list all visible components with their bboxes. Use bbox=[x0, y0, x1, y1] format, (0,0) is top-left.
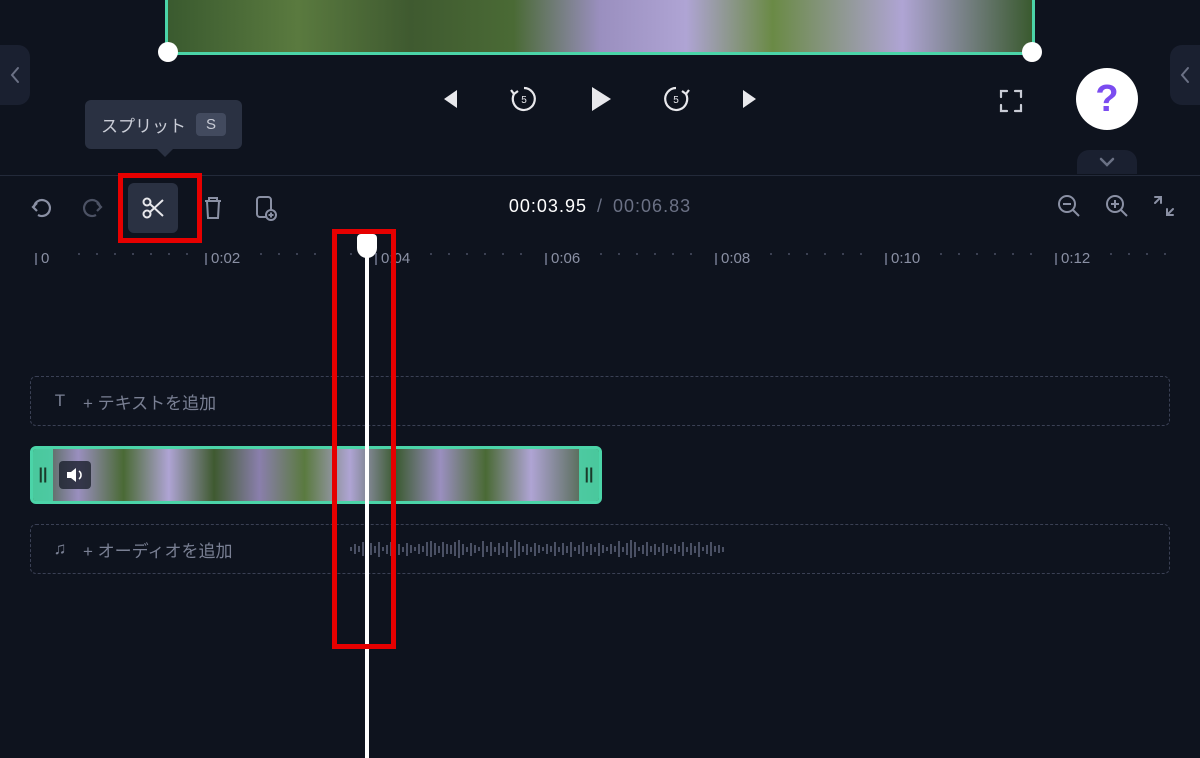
audio-track-row: ♫ + オーディオを追加 bbox=[30, 524, 1170, 574]
add-text-track[interactable]: T + テキストを追加 bbox=[30, 376, 1170, 426]
split-button[interactable] bbox=[128, 183, 178, 233]
time-duration: 00:06.83 bbox=[613, 196, 691, 216]
fit-button[interactable] bbox=[1152, 194, 1176, 223]
right-panel-toggle[interactable] bbox=[1170, 45, 1200, 105]
forward-5-icon: 5 bbox=[661, 84, 691, 114]
redo-button[interactable] bbox=[76, 191, 110, 225]
add-audio-label: + オーディオを追加 bbox=[83, 537, 232, 562]
undo-icon bbox=[28, 195, 54, 221]
zoom-out-button[interactable] bbox=[1056, 193, 1082, 224]
video-clip[interactable]: || || bbox=[30, 446, 602, 504]
left-panel-toggle[interactable] bbox=[0, 45, 30, 105]
delete-button[interactable] bbox=[196, 191, 230, 225]
zoom-out-icon bbox=[1056, 193, 1082, 219]
chevron-down-icon bbox=[1098, 156, 1116, 168]
ruler-tick-label: 0:04 bbox=[381, 250, 410, 267]
chevron-left-icon bbox=[1179, 65, 1191, 85]
skip-forward-icon bbox=[739, 86, 765, 112]
zoom-in-icon bbox=[1104, 193, 1130, 219]
ruler-tick-label: 0:06 bbox=[551, 250, 580, 267]
time-sep: / bbox=[597, 196, 603, 216]
trash-icon bbox=[201, 195, 225, 221]
preview-handle-left[interactable] bbox=[158, 42, 178, 62]
clip-volume-button[interactable] bbox=[59, 461, 91, 489]
zoom-in-button[interactable] bbox=[1104, 193, 1130, 224]
playhead[interactable] bbox=[365, 238, 369, 758]
split-tooltip: スプリット S bbox=[85, 100, 242, 149]
duplicate-icon bbox=[252, 194, 278, 222]
forward-5-button[interactable]: 5 bbox=[655, 78, 697, 120]
tracks-area: T + テキストを追加 || || ♫ + オーディオを追加 bbox=[0, 376, 1200, 680]
help-icon: ? bbox=[1095, 78, 1118, 121]
time-ruler[interactable]: 0 0:02 0:04 0:06 0:08 0:10 0:12 bbox=[0, 250, 1200, 286]
ruler-tick-label: 0:02 bbox=[211, 250, 240, 267]
ruler-tick-label: 0:12 bbox=[1061, 250, 1090, 267]
fit-screen-icon bbox=[1152, 194, 1176, 218]
playhead-handle[interactable] bbox=[357, 234, 377, 258]
ruler-tick-label: 0:08 bbox=[721, 250, 750, 267]
timecode: 00:03.95 / 00:06.83 bbox=[509, 196, 691, 217]
add-text-label: + テキストを追加 bbox=[83, 389, 216, 414]
play-button[interactable] bbox=[579, 78, 621, 120]
chevron-left-icon bbox=[9, 65, 21, 85]
volume-icon bbox=[66, 467, 84, 483]
text-icon: T bbox=[49, 391, 71, 411]
ruler-tick-label: 0:10 bbox=[891, 250, 920, 267]
music-icon: ♫ bbox=[49, 539, 71, 559]
ruler-tick-label: 0 bbox=[41, 250, 49, 267]
collapse-toggle[interactable] bbox=[1077, 150, 1137, 174]
timeline-panel: 00:03.95 / 00:06.83 0 0:02 0:04 0:06 0:0… bbox=[0, 175, 1200, 680]
svg-text:5: 5 bbox=[673, 95, 679, 106]
tooltip-shortcut: S bbox=[196, 113, 226, 136]
play-icon bbox=[583, 82, 617, 116]
time-current: 00:03.95 bbox=[509, 196, 587, 216]
timeline-toolbar: 00:03.95 / 00:06.83 bbox=[0, 176, 1200, 240]
transport-controls: 5 5 bbox=[427, 78, 773, 120]
waveform bbox=[350, 539, 1160, 559]
skip-forward-button[interactable] bbox=[731, 78, 773, 120]
undo-button[interactable] bbox=[24, 191, 58, 225]
tooltip-label: スプリット bbox=[101, 112, 186, 137]
skip-back-button[interactable] bbox=[427, 78, 469, 120]
skip-back-icon bbox=[435, 86, 461, 112]
video-track-row: || || bbox=[30, 446, 1170, 504]
redo-icon bbox=[80, 195, 106, 221]
rewind-5-icon: 5 bbox=[509, 84, 539, 114]
preview-handle-right[interactable] bbox=[1022, 42, 1042, 62]
clip-handle-right[interactable]: || bbox=[579, 449, 599, 501]
help-button[interactable]: ? bbox=[1076, 68, 1138, 130]
scissors-icon bbox=[139, 194, 167, 222]
preview-clip[interactable] bbox=[165, 0, 1035, 55]
duplicate-button[interactable] bbox=[248, 191, 282, 225]
text-track-row: T + テキストを追加 bbox=[30, 376, 1170, 426]
fullscreen-icon bbox=[998, 88, 1024, 114]
svg-text:5: 5 bbox=[521, 95, 527, 106]
fullscreen-button[interactable] bbox=[994, 84, 1028, 118]
rewind-5-button[interactable]: 5 bbox=[503, 78, 545, 120]
add-audio-track[interactable]: ♫ + オーディオを追加 bbox=[30, 524, 1170, 574]
clip-handle-left[interactable]: || bbox=[33, 449, 53, 501]
